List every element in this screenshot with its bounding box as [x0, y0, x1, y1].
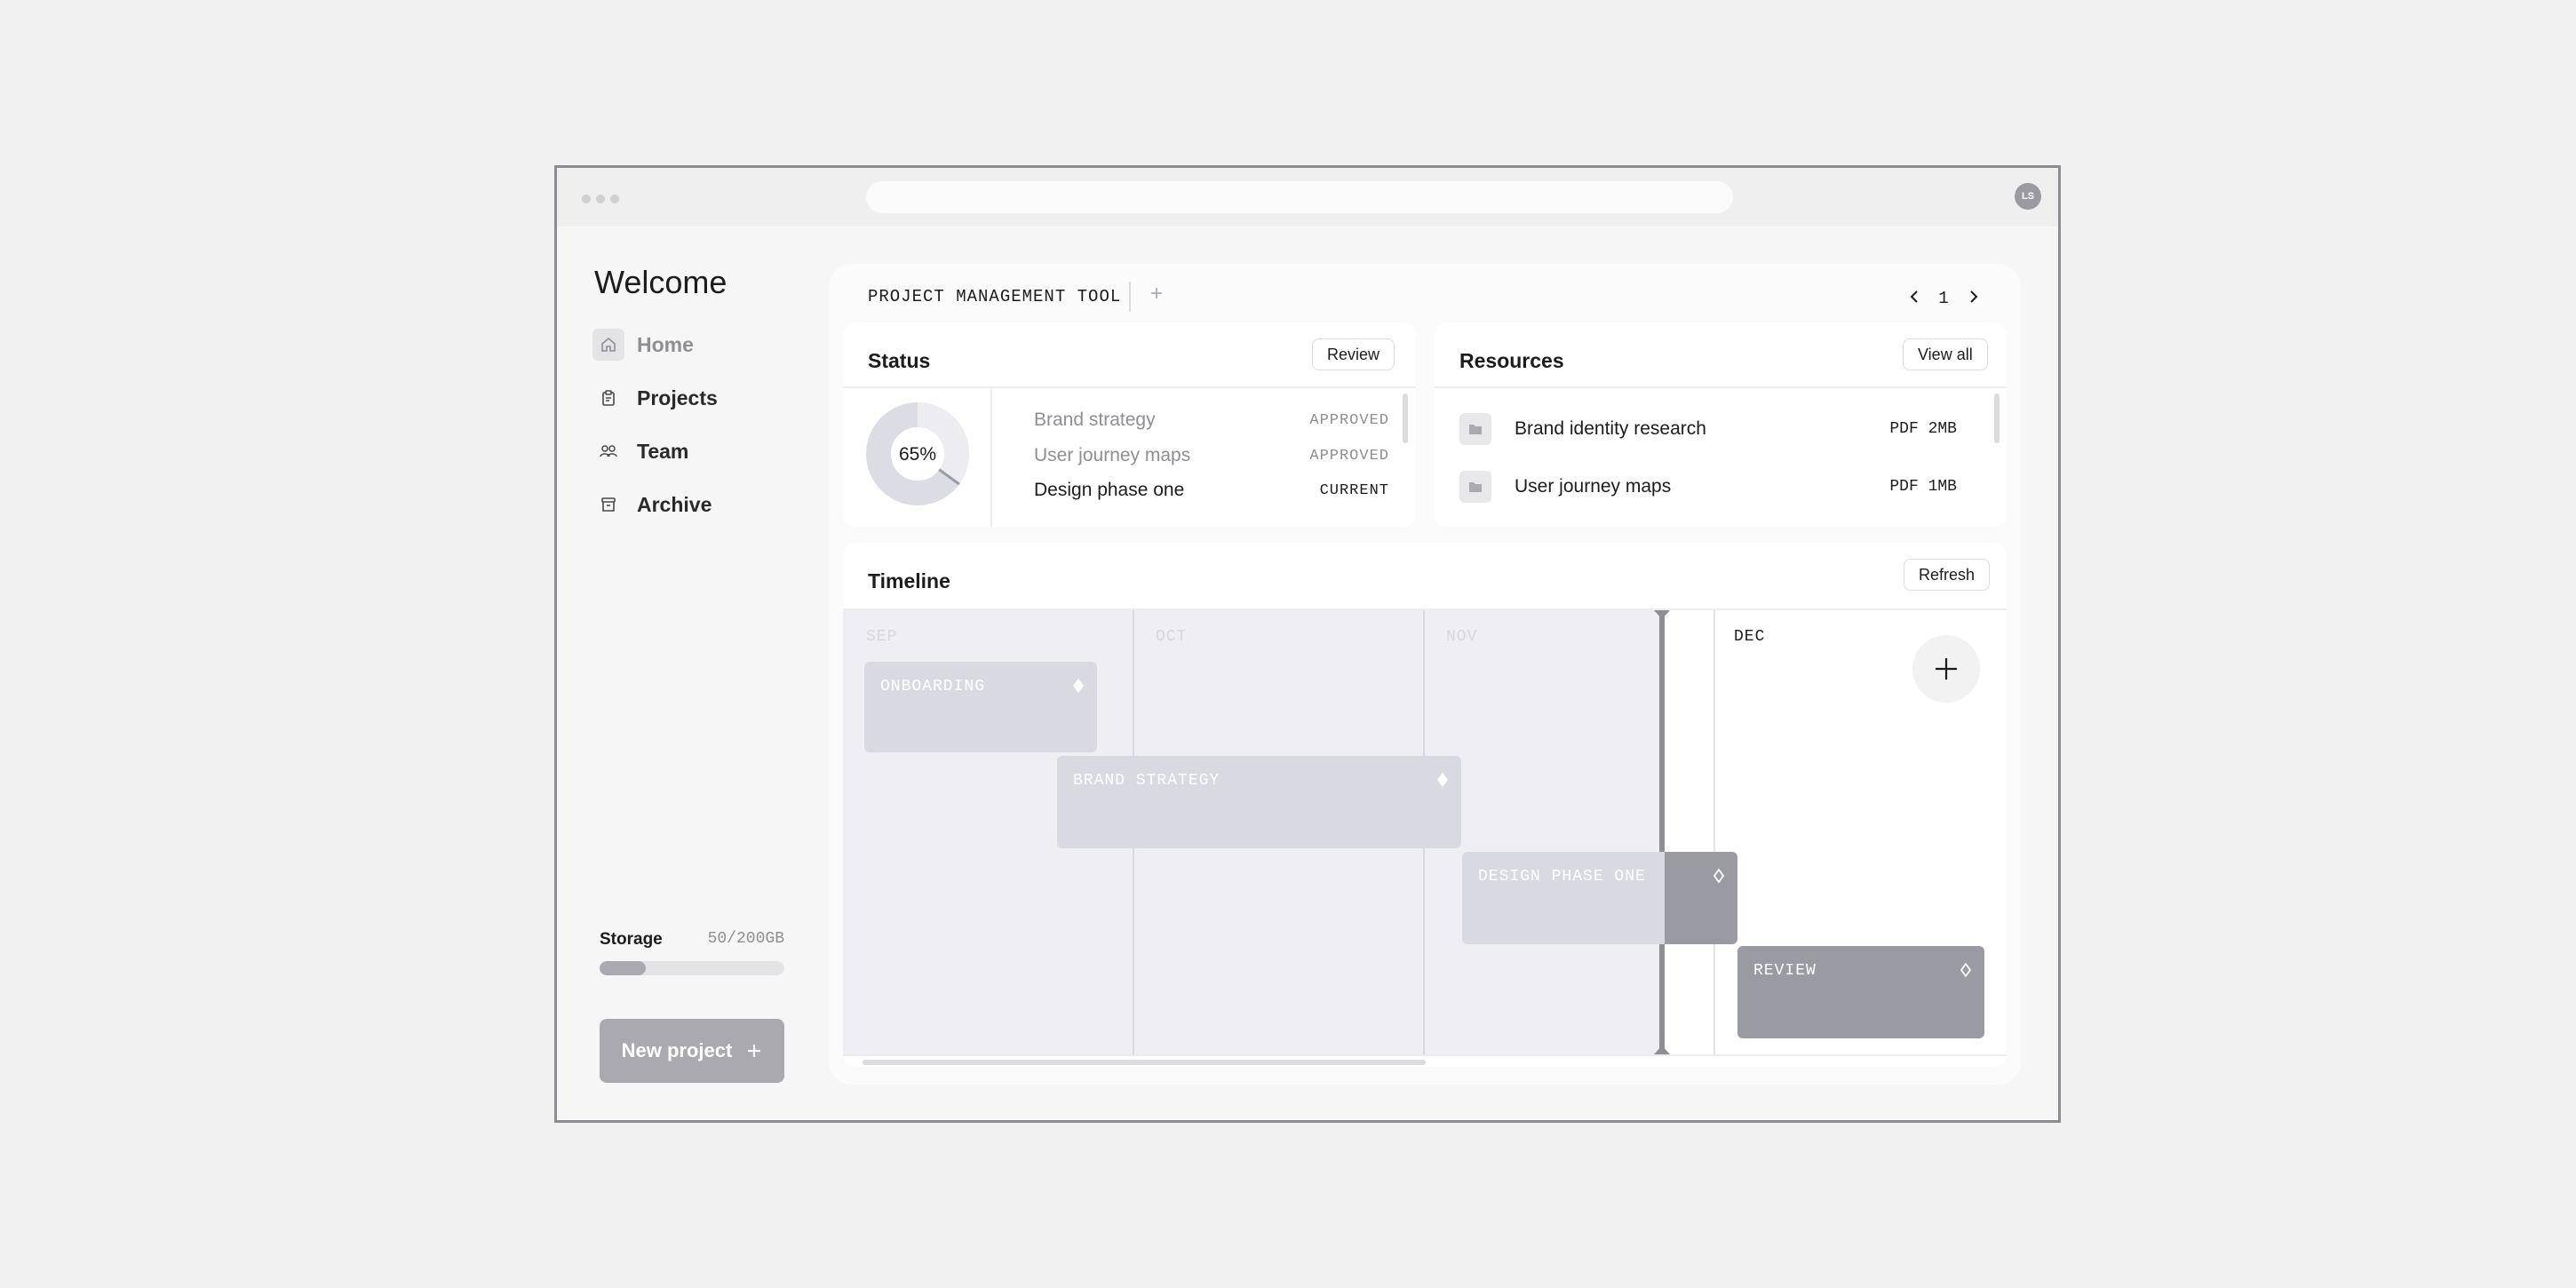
storage-value: 50/200GB — [707, 930, 784, 948]
sidebar-item-label: Team — [637, 439, 689, 463]
refresh-button[interactable]: Refresh — [1904, 559, 1991, 591]
avatar[interactable]: LS — [2015, 183, 2041, 210]
new-project-label: New project — [621, 1039, 733, 1061]
previous-page-button[interactable] — [1904, 285, 1925, 308]
team-icon — [592, 435, 624, 467]
clipboard-icon — [592, 382, 624, 414]
sidebar-item-team[interactable]: Team — [592, 434, 688, 468]
page-number: 1 — [1938, 289, 1949, 308]
status-title: Status — [868, 349, 931, 372]
card-divider — [843, 1054, 2007, 1056]
storage-bar — [600, 961, 784, 975]
resource-meta: PDF 2MB — [1889, 420, 1957, 438]
add-task-button[interactable] — [1912, 635, 1980, 703]
task-label: ONBOARDING — [880, 678, 986, 696]
home-icon — [592, 329, 624, 361]
status-item-name: Brand strategy — [1034, 409, 1156, 430]
archive-icon — [592, 489, 624, 521]
next-page-button[interactable] — [1963, 285, 1984, 308]
diamond-icon — [1960, 962, 1972, 978]
browser-window: LS Welcome Home Projects Team Archive St… — [554, 165, 2061, 1123]
task-design-phase-one[interactable]: DESIGN PHASE ONE — [1462, 852, 1737, 944]
task-onboarding[interactable]: ONBOARDING — [864, 662, 1097, 752]
timeline-title: Timeline — [868, 569, 950, 592]
resource-item[interactable]: Brand identity research PDF 2MB — [1459, 413, 1957, 445]
view-all-button[interactable]: View all — [1903, 338, 1988, 370]
month-divider — [1713, 610, 1715, 1054]
sidebar-item-home[interactable]: Home — [592, 328, 694, 362]
progress-label: 65% — [899, 444, 936, 465]
resource-name: User journey maps — [1515, 476, 1672, 497]
sidebar-item-archive[interactable]: Archive — [592, 488, 712, 521]
sidebar-item-label: Archive — [637, 492, 712, 516]
folder-icon — [1459, 471, 1491, 503]
card-divider — [843, 386, 1416, 388]
title-bar: LS — [557, 168, 2058, 227]
welcome-heading: Welcome — [594, 264, 727, 300]
chevron-left-icon — [1910, 290, 1918, 303]
main-panel: PROJECT MANAGEMENT TOOL + 1 Status Revie… — [829, 264, 2021, 1085]
resource-item[interactable]: User journey maps PDF 1MB — [1459, 471, 1957, 503]
timeline-scrollbar[interactable] — [863, 1060, 1426, 1065]
sidebar-item-label: Projects — [637, 386, 718, 409]
status-item-name: User journey maps — [1034, 445, 1191, 465]
task-brand-strategy[interactable]: BRAND STRATEGY — [1057, 756, 1461, 848]
timeline-card: Timeline Refresh SEP OCT NOV DEC ONBOARD… — [843, 543, 2007, 1067]
month-label: DEC — [1734, 628, 1766, 646]
month-label: NOV — [1446, 628, 1478, 646]
month-label: SEP — [866, 628, 898, 646]
sidebar-item-projects[interactable]: Projects — [592, 381, 718, 415]
status-split — [990, 388, 992, 527]
task-label: DESIGN PHASE ONE — [1478, 868, 1646, 886]
today-marker[interactable] — [1659, 610, 1665, 1054]
window-dot[interactable] — [596, 195, 605, 203]
timeline-grid: SEP OCT NOV DEC ONBOARDING BRAND STRATEG… — [843, 610, 2007, 1054]
today-marker-cap — [1654, 1046, 1670, 1054]
address-bar[interactable] — [866, 181, 1733, 213]
task-review[interactable]: REVIEW — [1737, 946, 1984, 1038]
diamond-icon — [1073, 679, 1084, 693]
task-label: REVIEW — [1753, 962, 1817, 980]
status-item-state: APPROVED — [1309, 447, 1389, 465]
window-dot[interactable] — [582, 195, 591, 203]
resource-name: Brand identity research — [1515, 418, 1706, 439]
plus-icon — [748, 1045, 761, 1057]
today-marker-cap — [1654, 610, 1670, 619]
status-item-state: APPROVED — [1309, 411, 1389, 429]
month-label: OCT — [1156, 628, 1188, 646]
card-divider — [1435, 386, 2007, 388]
status-card: Status Review 65% Brand strategy APPROVE… — [843, 322, 1416, 527]
storage-fill — [600, 961, 646, 975]
diamond-icon — [1437, 773, 1448, 787]
diamond-icon — [1713, 868, 1725, 884]
folder-icon — [1459, 413, 1491, 445]
status-item: Design phase one CURRENT — [1034, 480, 1389, 501]
tab-divider — [1129, 282, 1131, 312]
resources-title: Resources — [1459, 349, 1564, 372]
window-dot[interactable] — [610, 195, 619, 203]
task-label: BRAND STRATEGY — [1073, 772, 1220, 790]
resources-card: Resources View all Brand identity resear… — [1435, 322, 2007, 527]
new-project-button[interactable]: New project — [600, 1019, 784, 1083]
progress-donut: 65% — [866, 402, 969, 505]
sidebar-item-label: Home — [637, 332, 694, 356]
tab-project-management[interactable]: PROJECT MANAGEMENT TOOL — [868, 287, 1121, 306]
plus-icon — [1936, 658, 1957, 680]
resources-scrollbar[interactable] — [1994, 394, 2000, 443]
status-item: User journey maps APPROVED — [1034, 445, 1389, 466]
status-item-state: CURRENT — [1319, 481, 1389, 499]
storage-label: Storage — [600, 930, 663, 949]
status-scrollbar[interactable] — [1403, 394, 1408, 443]
status-item-name: Design phase one — [1034, 480, 1185, 500]
add-tab-button[interactable]: + — [1150, 282, 1163, 306]
status-item: Brand strategy APPROVED — [1034, 409, 1389, 431]
review-button[interactable]: Review — [1312, 338, 1395, 370]
resource-meta: PDF 1MB — [1889, 478, 1957, 496]
chevron-right-icon — [1970, 290, 1978, 303]
